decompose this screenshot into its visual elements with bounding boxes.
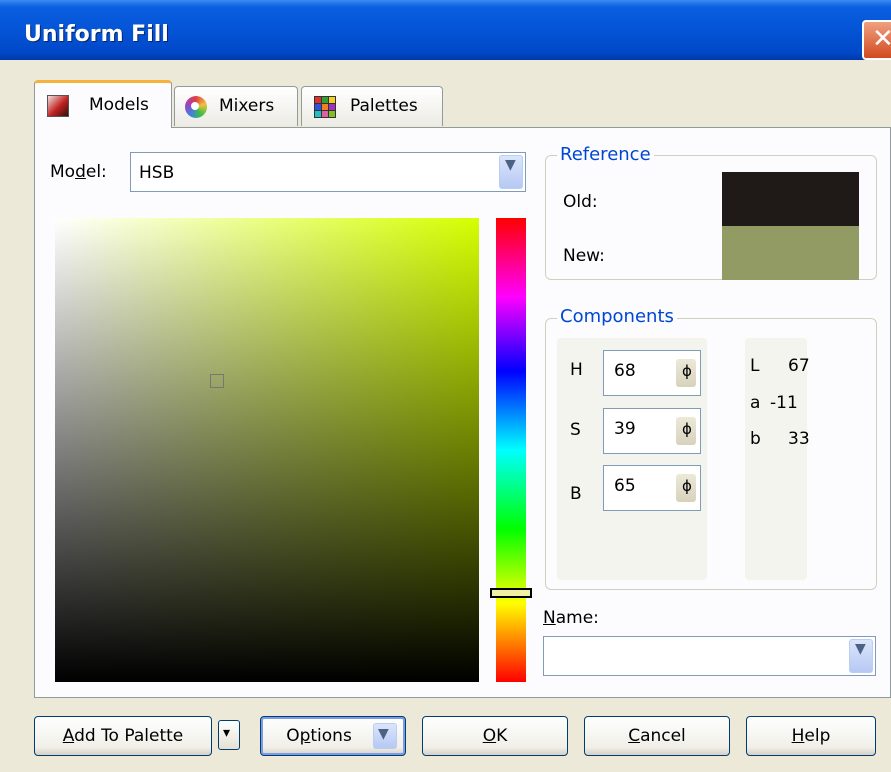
saturation-spinner[interactable]: ɸ	[676, 417, 696, 445]
color-picker-handle[interactable]	[210, 374, 224, 388]
component-b-label: B	[570, 484, 582, 504]
model-dropdown-button[interactable]: ▼	[499, 155, 523, 189]
lab-l-value: 67	[788, 356, 810, 376]
lab-a-value: -11	[770, 393, 798, 413]
title-bar[interactable]: Uniform Fill ɸ ✕	[0, 0, 891, 60]
name-dropdown-button[interactable]: ▼	[849, 639, 873, 673]
spinner-icon: ɸ	[682, 362, 692, 380]
close-button[interactable]: ɸ ✕	[862, 20, 891, 60]
component-s-label: S	[570, 420, 581, 440]
hue-slider-handle[interactable]	[490, 588, 532, 598]
lab-l-label: L	[750, 356, 760, 376]
model-select[interactable]: HSB ▼	[130, 152, 526, 192]
chevron-down-icon: ▼	[505, 157, 516, 173]
brightness-value: 65	[614, 476, 636, 496]
tab-models-label: Models	[89, 95, 149, 115]
tab-palettes[interactable]: Palettes	[301, 86, 443, 126]
component-h-label: H	[570, 360, 583, 380]
mixers-icon	[185, 96, 207, 118]
chevron-down-icon: ▾	[223, 725, 231, 741]
hue-value: 68	[614, 361, 636, 381]
window-title: Uniform Fill	[24, 22, 169, 47]
tab-mixers[interactable]: Mixers	[174, 86, 298, 126]
hue-spinner[interactable]: ɸ	[676, 359, 696, 387]
lab-b-value: 33	[788, 429, 810, 449]
old-label: Old:	[563, 192, 598, 212]
name-select[interactable]: ▼	[543, 636, 876, 676]
saturation-brightness-field[interactable]	[55, 218, 479, 682]
ok-button[interactable]: OK	[422, 716, 568, 756]
tab-palettes-label: Palettes	[350, 96, 418, 116]
lab-a-label: a	[750, 393, 761, 413]
cancel-label: Cancel	[628, 726, 686, 746]
saturation-input[interactable]: 39 ɸ	[603, 408, 701, 454]
chevron-down-icon: ▼	[378, 726, 389, 742]
close-glyph: ✕	[872, 24, 891, 54]
models-icon	[47, 95, 69, 117]
model-value: HSB	[139, 163, 175, 183]
reference-title: Reference	[557, 144, 654, 165]
uniform-fill-dialog: Uniform Fill ɸ ✕ Models Mixers Palettes …	[0, 0, 891, 772]
lab-b-label: b	[750, 429, 761, 449]
saturation-value: 39	[614, 419, 636, 439]
ok-label: OK	[482, 726, 508, 746]
options-dropdown-arrow: ▼	[373, 723, 397, 749]
add-to-palette-label: Add To Palette	[62, 726, 184, 746]
help-label: Help	[791, 726, 831, 746]
components-title: Components	[557, 306, 677, 327]
spinner-icon: ɸ	[682, 420, 692, 438]
hue-slider[interactable]	[496, 218, 526, 682]
tab-mixers-label: Mixers	[219, 96, 275, 116]
cancel-button[interactable]: Cancel	[584, 716, 730, 756]
tab-models[interactable]: Models	[34, 80, 172, 128]
model-label: Model:	[50, 162, 107, 182]
options-button[interactable]: Options ▼	[260, 716, 406, 756]
brightness-input[interactable]: 65 ɸ	[603, 465, 701, 511]
new-color-swatch	[722, 226, 859, 280]
palettes-icon	[314, 96, 336, 118]
add-to-palette-button[interactable]: Add To Palette	[34, 716, 212, 756]
new-label: New:	[563, 246, 605, 266]
name-label: Name:	[543, 608, 599, 628]
chevron-down-icon: ▼	[855, 641, 866, 657]
spinner-icon: ɸ	[682, 477, 692, 495]
hue-input[interactable]: 68 ɸ	[603, 350, 701, 396]
old-color-swatch	[722, 172, 859, 226]
brightness-spinner[interactable]: ɸ	[676, 474, 696, 502]
help-button[interactable]: Help	[746, 716, 876, 756]
